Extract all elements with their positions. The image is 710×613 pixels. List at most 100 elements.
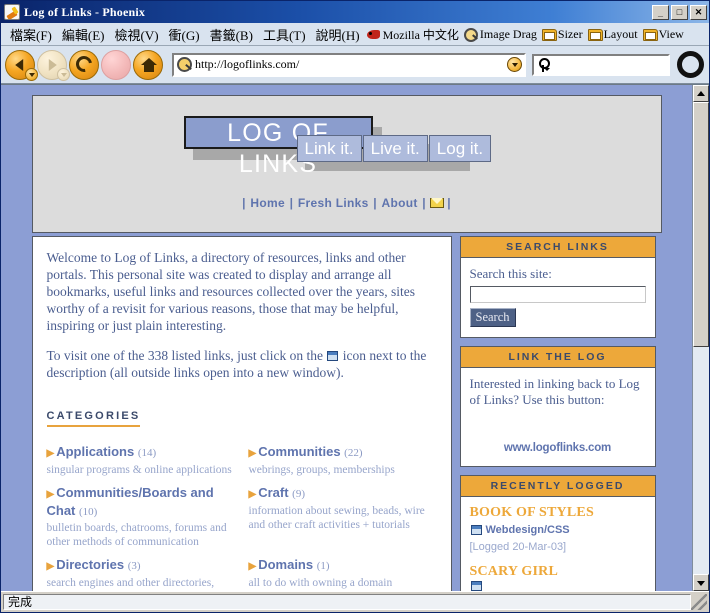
close-icon: ✕ [694,6,703,17]
vertical-scrollbar[interactable] [692,85,709,591]
address-dropdown-icon[interactable] [507,57,522,72]
recent-entry-category-label: Webdesign/CSS [485,524,570,536]
category-name: Domains [258,557,314,572]
throbber-icon[interactable] [677,51,704,78]
link-the-log-box: LINK THE LOG Interested in linking back … [459,346,656,467]
navigation-toolbar: http://logoflinks.com/ [1,46,709,84]
reload-button[interactable] [69,49,99,80]
chevron-down-icon[interactable] [57,67,70,81]
main-content: Welcome to Log of Links, a directory of … [31,236,452,591]
ext-sizer-label: Sizer [557,26,583,41]
stop-button[interactable] [101,49,131,80]
sidebar: SEARCH LINKS Search this site: Search LI… [459,236,656,591]
category-count: (9) [292,488,305,500]
ext-view-label: View [658,26,684,41]
search-links-box: SEARCH LINKS Search this site: Search [459,236,656,338]
magnifier-icon [463,27,478,42]
menu-tools[interactable]: 工具(T) [258,23,311,45]
category-name: Communities [258,444,341,459]
site-header: LOG OF LINKS Link it. Live it. Log it. |… [31,95,662,233]
address-bar[interactable]: http://logoflinks.com/ [172,52,526,77]
dragon-icon [366,28,381,41]
address-bar-value: http://logoflinks.com/ [195,57,300,71]
category-title[interactable]: ▶ Directories (3) [47,557,235,575]
ext-mozilla-chinese[interactable]: Mozilla 中文化 [365,25,462,44]
folder-icon [541,28,557,41]
site-search-input[interactable] [469,286,646,303]
minimize-button[interactable]: _ [652,4,669,20]
status-bar: 完成 [1,591,709,612]
category-description: search engines and other directories, sp… [46,577,215,589]
recent-entry-date: [Logged 20-Mar-03] [469,541,567,553]
category-description: information about sewing, beads, wire an… [248,505,425,531]
new-window-icon [470,581,482,591]
resize-grip[interactable] [691,594,707,610]
home-button[interactable] [133,49,163,80]
ext-layout[interactable]: Layout [586,26,641,43]
menu-view[interactable]: 檢視(V) [110,23,164,45]
category-count: (14) [137,447,157,459]
back-button[interactable] [5,49,38,81]
recent-entry-category[interactable]: Webdesign/CSS [470,522,646,538]
menu-help[interactable]: 說明(H) [311,23,365,45]
site-navigation: | Home | Fresh Links | About | | [33,196,661,210]
menu-bar: 檔案(F) 編輯(E) 檢視(V) 衝(G) 書籤(B) 工具(T) 說明(H)… [1,23,709,46]
triangle-right-icon: ▶ [46,561,55,572]
scroll-up-button[interactable] [693,85,709,102]
category-title[interactable]: ▶ Applications (14) [47,444,235,462]
menu-go[interactable]: 衝(G) [164,23,205,45]
home-icon [141,57,157,72]
page-body: Welcome to Log of Links, a directory of … [31,236,662,591]
categories-grid: ▶ Applications (14) singular programs & o… [47,444,437,591]
category-name: Directories [56,557,125,572]
site-search-button[interactable]: Search [469,308,516,327]
chevron-down-icon[interactable] [25,67,38,81]
close-button[interactable]: ✕ [690,4,707,20]
ext-sizer[interactable]: Sizer [540,26,586,43]
category-item: ▶ Directories (3) search engines and othe… [47,557,235,591]
page-canvas: LOG OF LINKS Link it. Live it. Log it. |… [1,85,692,591]
category-name: Craft [258,485,289,500]
category-title[interactable]: ▶ Craft (9) [249,485,437,503]
page-magnifier-icon [177,57,192,72]
scrollbar-track[interactable] [693,102,709,574]
category-item: ▶ Domains (1) all to do with owning a dom… [249,557,437,591]
recently-logged-heading: RECENTLY LOGGED [459,475,656,496]
recently-logged-body: BOOK OF STYLES Webdesign/CSS [Logged 20-… [459,496,656,591]
link-the-log-text: Interested in linking back to Log of Lin… [469,376,640,407]
nav-fresh-links[interactable]: Fresh Links [297,196,370,210]
category-description: singular programs & online applications [46,464,232,476]
nav-sep: | [242,196,246,210]
triangle-right-icon: ▶ [248,489,257,500]
triangle-right-icon: ▶ [46,489,55,500]
key-tail-icon [544,67,550,71]
category-name: Applications [56,444,135,459]
arrow-left-icon [15,58,24,71]
ext-view[interactable]: View [641,26,687,43]
scroll-down-button[interactable] [693,574,709,591]
category-description: all to do with owning a domain [248,577,393,589]
recent-entry-title[interactable]: SCARY GIRL [470,564,646,580]
forward-button[interactable] [37,49,70,81]
nav-sep: | [447,196,451,210]
nav-home[interactable]: Home [249,196,286,210]
ext-image-drag[interactable]: Image Drag [462,26,540,43]
recent-entry-category[interactable] [470,581,646,591]
link-the-log-button[interactable]: www.logoflinks.com [470,440,646,456]
menu-bookmarks[interactable]: 書籤(B) [205,23,258,45]
recent-entry-title[interactable]: BOOK OF STYLES [470,505,646,521]
categories-heading: CATEGORIES [46,410,141,427]
menu-file[interactable]: 檔案(F) [5,23,57,45]
maximize-button[interactable]: □ [671,4,688,20]
category-title[interactable]: ▶ Domains (1) [249,557,437,575]
category-title[interactable]: ▶ Communities (22) [249,444,437,462]
folder-icon [587,28,603,41]
category-title[interactable]: ▶ Communities/Boards and Chat (10) [47,485,235,520]
nav-about[interactable]: About [381,196,419,210]
mail-icon[interactable] [429,198,444,208]
minimize-icon: _ [657,7,663,18]
menu-edit[interactable]: 編輯(E) [57,23,110,45]
toolbar-search-input[interactable] [532,53,670,76]
category-item: ▶ Communities (22) webrings, groups, memb… [249,444,437,477]
scrollbar-thumb[interactable] [693,102,709,348]
